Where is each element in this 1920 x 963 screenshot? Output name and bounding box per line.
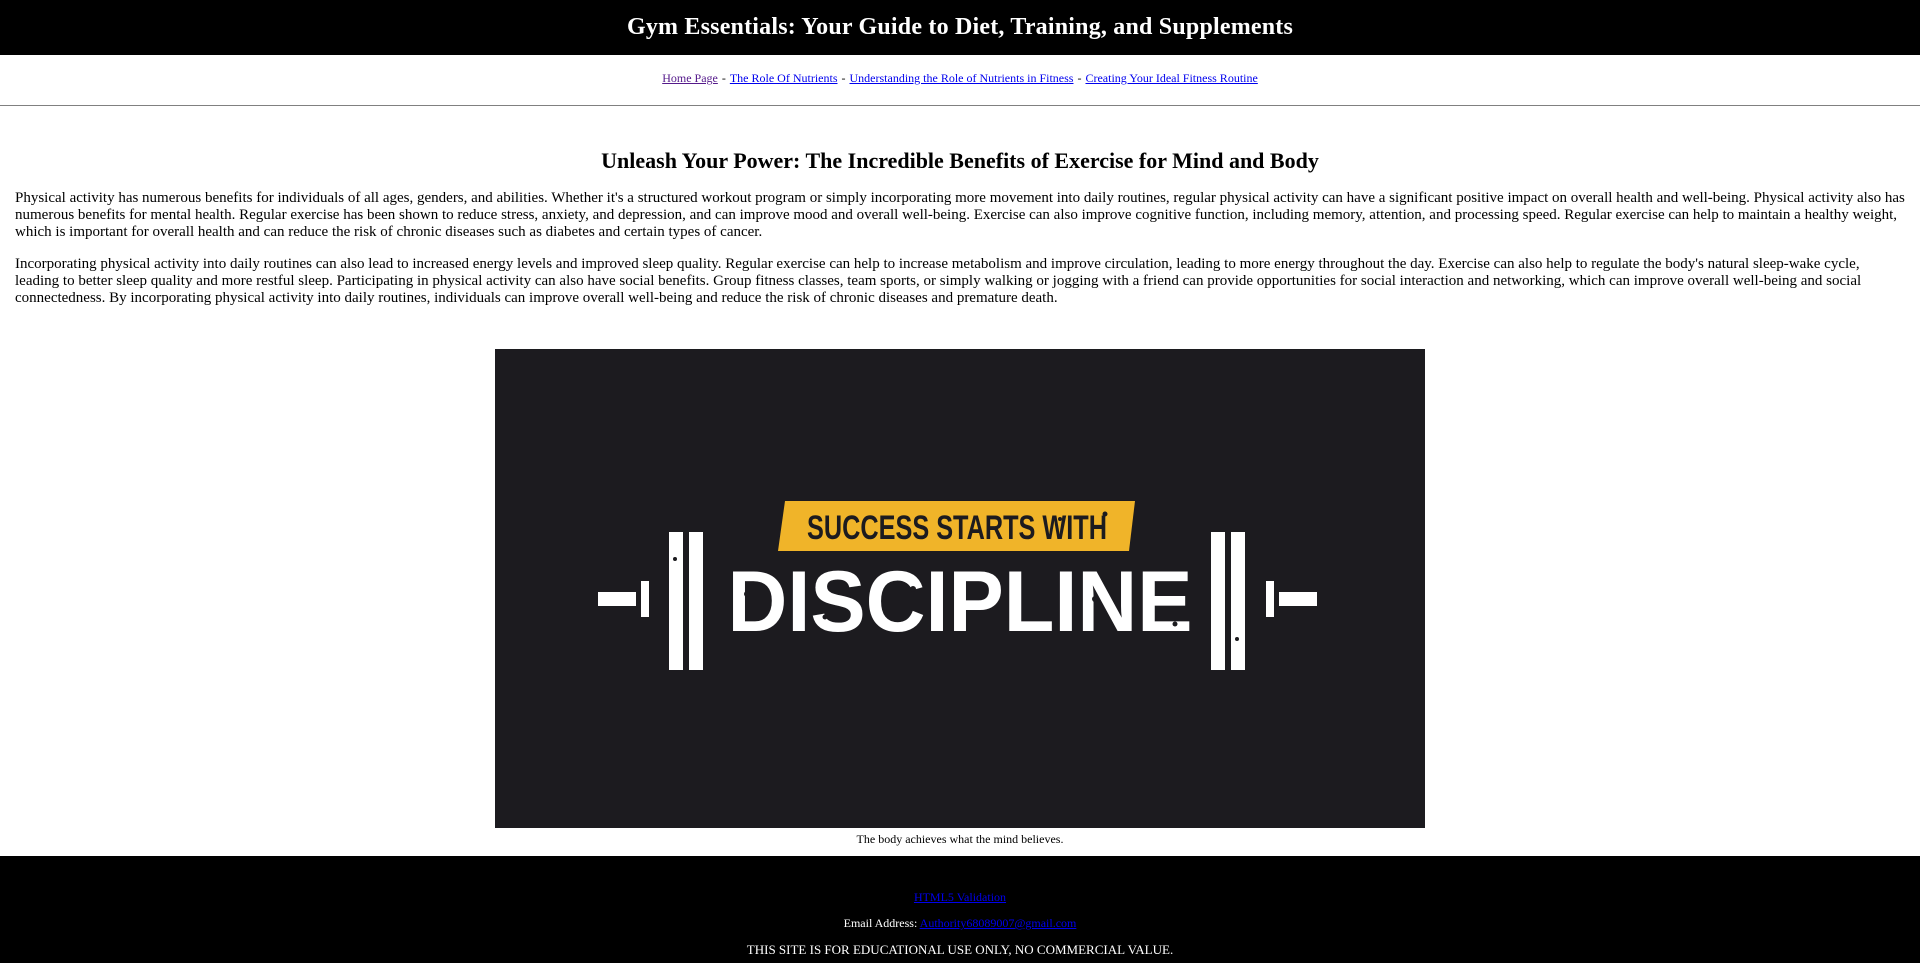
breadcrumb-separator: -	[841, 71, 846, 85]
email-link[interactable]: Authority68089007@gmail.com	[920, 916, 1077, 930]
barbell-left-collar	[641, 581, 649, 618]
main-content: Unleash Your Power: The Incredible Benef…	[0, 148, 1920, 847]
article-paragraph: Incorporating physical activity into dai…	[15, 256, 1862, 307]
footer-notice: THIS SITE IS FOR EDUCATIONAL USE ONLY, N…	[746, 942, 1174, 957]
figure-caption: The body achieves what the mind believes…	[856, 832, 1064, 847]
barbell-left-handle	[598, 592, 636, 607]
article-body: Physical activity has numerous benefits …	[0, 190, 1920, 307]
site-title: Gym Essentials: Your Guide to Diet, Trai…	[626, 14, 1294, 40]
breadcrumb-separator: -	[721, 71, 726, 85]
footer-email: Email Address: Authority68089007@gmail.c…	[0, 916, 1920, 931]
barbell-left-plate-inner	[689, 532, 703, 671]
discipline-text: DISCIPLINE	[728, 554, 1193, 650]
discipline-figure: SUCCESS STARTS WITH DISCIPLINE The body …	[495, 349, 1425, 847]
nav-link-role-of-nutrients[interactable]: The Role Of Nutrients	[730, 71, 838, 85]
nav-link-home-page[interactable]: Home Page	[662, 71, 718, 85]
banner-text: SUCCESS STARTS WITH	[807, 509, 1107, 547]
email-label: Email Address:	[843, 916, 918, 930]
discipline-image: SUCCESS STARTS WITH DISCIPLINE	[495, 349, 1425, 829]
article-title: Unleash Your Power: The Incredible Benef…	[601, 148, 1319, 173]
barbell-right-collar	[1266, 581, 1274, 618]
discipline-graphic: SUCCESS STARTS WITH DISCIPLINE	[495, 349, 1425, 829]
footer-validation: HTML5 Validation	[0, 856, 1920, 905]
breadcrumb-separator: -	[1077, 71, 1082, 85]
barbell-right-plate-outer	[1231, 532, 1245, 671]
html5-validation-link[interactable]: HTML5 Validation	[914, 890, 1006, 904]
barbell-left-plate-outer	[669, 532, 683, 671]
breadcrumb: Home Page - The Role Of Nutrients - Understa…	[0, 57, 1920, 91]
nav-link-fitness-routine[interactable]: Creating Your Ideal Fitness Routine	[1085, 71, 1257, 85]
barbell-right-plate-inner	[1211, 532, 1225, 671]
site-header: Gym Essentials: Your Guide to Diet, Trai…	[0, 0, 1920, 55]
nav-link-understanding-nutrients[interactable]: Understanding the Role of Nutrients in F…	[850, 71, 1074, 85]
site-footer: HTML5 Validation Email Address: Authorit…	[0, 856, 1920, 963]
divider	[0, 105, 1920, 106]
barbell-right-handle	[1279, 592, 1317, 607]
article-paragraph: Physical activity has numerous benefits …	[15, 190, 1905, 241]
